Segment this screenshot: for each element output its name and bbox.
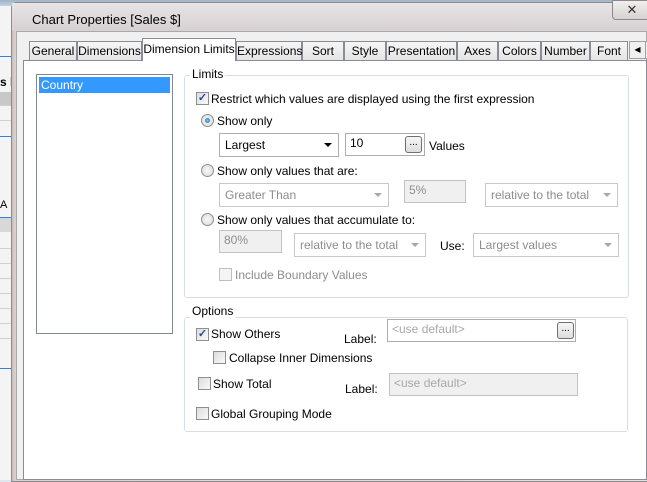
tab-number[interactable]: Number [541, 41, 590, 61]
values-label: Values [429, 139, 465, 153]
use-label: Use: [440, 239, 465, 253]
chevron-down-icon [374, 193, 382, 197]
show-values-that-are-radio[interactable] [201, 164, 214, 177]
title-bar[interactable]: Chart Properties [Sales $] [12, 3, 647, 31]
show-only-label: Show only [217, 114, 273, 128]
include-boundary-checkbox[interactable] [219, 268, 232, 281]
tab-scroll-left-button[interactable]: ◀ [629, 41, 646, 59]
tab-style[interactable]: Style [344, 41, 386, 61]
accumulate-input[interactable]: 80% [219, 230, 282, 253]
chevron-down-icon [603, 193, 611, 197]
restrict-checkbox[interactable]: ✓ [196, 92, 209, 105]
chevron-down-icon [411, 243, 419, 247]
tab-expressions[interactable]: Expressions [236, 41, 302, 61]
comparison-dropdown[interactable]: Greater Than [219, 183, 389, 207]
background-text: A [0, 199, 8, 211]
list-item[interactable]: Country [39, 77, 170, 93]
show-others-label: Show Others [211, 327, 281, 341]
dropdown-value: relative to the total [300, 238, 399, 252]
show-total-label: Show Total [213, 377, 272, 391]
tab-dimension-limits[interactable]: Dimension Limits [142, 38, 236, 61]
others-label-input[interactable]: <use default> [387, 319, 576, 342]
chevron-down-icon [324, 143, 332, 147]
accumulate-relative-dropdown[interactable]: relative to the total [294, 233, 426, 257]
relative-dropdown[interactable]: relative to the total [485, 183, 618, 207]
accumulate-label: Show only values that accumulate to: [217, 213, 416, 227]
restrict-label: Restrict which values are displayed usin… [211, 92, 535, 106]
dropdown-value: Largest [225, 138, 266, 152]
tab-axes[interactable]: Axes [457, 41, 498, 61]
accumulate-radio[interactable] [201, 213, 214, 226]
dropdown-value: Largest values [479, 238, 558, 252]
global-grouping-label: Global Grouping Mode [211, 407, 332, 421]
accumulate-value: 80% [224, 233, 249, 247]
options-group-label: Options [190, 304, 236, 318]
count-value: 10 [350, 136, 364, 150]
dropdown-value: Greater Than [225, 188, 297, 202]
threshold-value: 5% [409, 183, 427, 197]
tab-sort[interactable]: Sort [302, 41, 344, 61]
tab-colors[interactable]: Colors [498, 41, 541, 61]
tab-dimensions[interactable]: Dimensions [77, 41, 142, 61]
dimension-listbox[interactable]: Country [36, 74, 173, 334]
chevron-down-icon [604, 243, 612, 247]
total-label-input[interactable]: <use default> [389, 373, 578, 396]
tab-font[interactable]: Font [590, 41, 628, 61]
show-only-mode-dropdown[interactable]: Largest [219, 133, 339, 157]
count-ellipsis-button[interactable]: ... [405, 136, 422, 153]
threshold-input[interactable]: 5% [404, 180, 466, 203]
show-others-checkbox[interactable]: ✓ [196, 328, 209, 341]
others-placeholder: <use default> [392, 322, 465, 336]
collapse-inner-label: Collapse Inner Dimensions [229, 351, 373, 365]
close-button[interactable]: ✕ [612, 0, 647, 20]
total-placeholder: <use default> [394, 376, 467, 390]
others-ellipsis-button[interactable]: ... [557, 322, 574, 339]
use-dropdown[interactable]: Largest values [473, 233, 619, 257]
show-only-radio[interactable] [201, 114, 214, 127]
dialog-title: Chart Properties [Sales $] [32, 12, 181, 27]
dropdown-value: relative to the total [491, 188, 590, 202]
show-total-checkbox[interactable] [198, 377, 211, 390]
tab-general[interactable]: General [29, 41, 77, 61]
tab-presentation[interactable]: Presentation [386, 41, 457, 61]
collapse-inner-checkbox[interactable] [213, 351, 226, 364]
show-values-that-are-label: Show only values that are: [217, 164, 358, 178]
others-label-caption: Label: [344, 332, 377, 346]
total-label-caption: Label: [345, 382, 378, 396]
global-grouping-checkbox[interactable] [196, 407, 209, 420]
limits-group-label: Limits [190, 67, 226, 81]
include-boundary-label: Include Boundary Values [235, 268, 368, 282]
